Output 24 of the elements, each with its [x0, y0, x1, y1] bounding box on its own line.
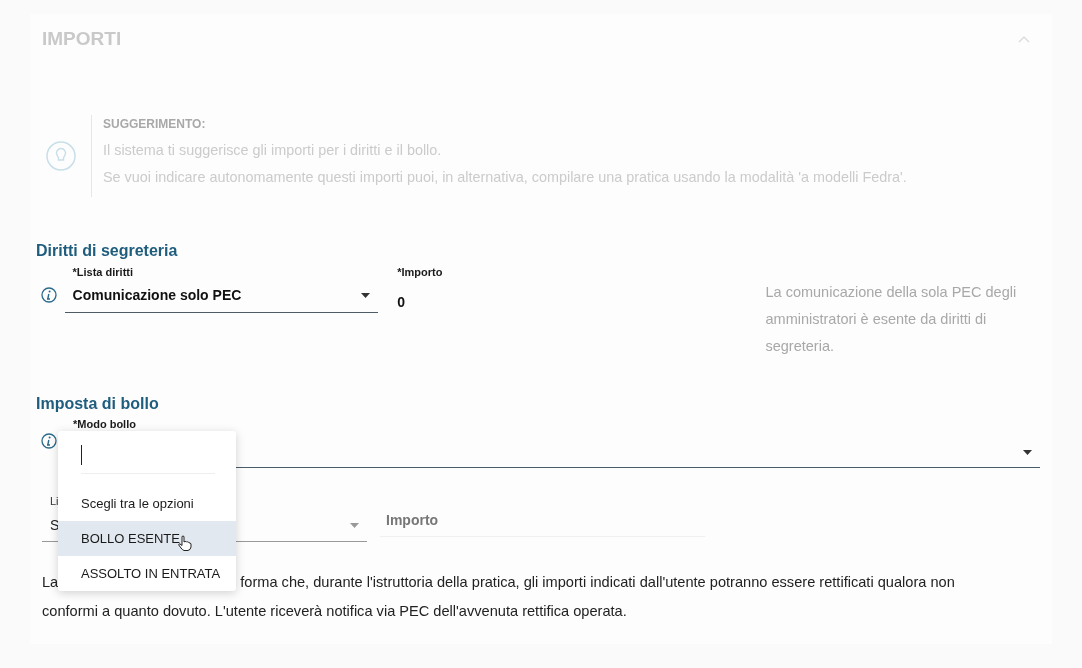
field-label: *Importo	[397, 266, 443, 278]
field-label: *Lista diritti	[72, 266, 135, 278]
info-note: La comunicazione della sola PEC degli amministratori è esente da diritti di segreteria.	[765, 283, 1018, 356]
section-heading: Imposta di bollo	[36, 395, 160, 413]
amount-field[interactable]: Importo	[380, 504, 705, 537]
field-label: *Modo bollo	[73, 418, 137, 428]
caret-icon	[350, 522, 359, 528]
notice-text: La	[42, 573, 59, 592]
dropdown-option[interactable]: BOLLO ESENTE	[58, 521, 236, 556]
caret-icon	[1023, 450, 1032, 455]
notice-text: forma che, durante l'istruttoria della pratica, gli importi indicati dall'utente potranno essere rettificati qualora non	[240, 573, 955, 592]
select-field[interactable]: Comunicazione solo PEC	[64, 278, 379, 313]
notice-text: conformi a quanto dovuto. L'utente riceverà notifica via PEC dell'avvenuta rettifica operata.	[42, 603, 627, 619]
dropdown-option[interactable]: ASSOLTO IN ENTRATA	[58, 556, 236, 591]
hint-title: SUGGERIMENTO:	[103, 117, 207, 131]
info-icon[interactable]	[41, 433, 57, 449]
info-icon[interactable]	[41, 287, 57, 303]
hand-cursor-icon	[178, 534, 192, 551]
field-label: Li	[50, 495, 59, 507]
section-heading: Diritti di segreteria	[36, 242, 179, 260]
dropdown-option[interactable]: Scegli tra le opzioni	[58, 486, 236, 521]
lightbulb-icon	[46, 141, 76, 171]
amount-value: 0	[397, 294, 407, 310]
caret-icon	[361, 292, 371, 298]
